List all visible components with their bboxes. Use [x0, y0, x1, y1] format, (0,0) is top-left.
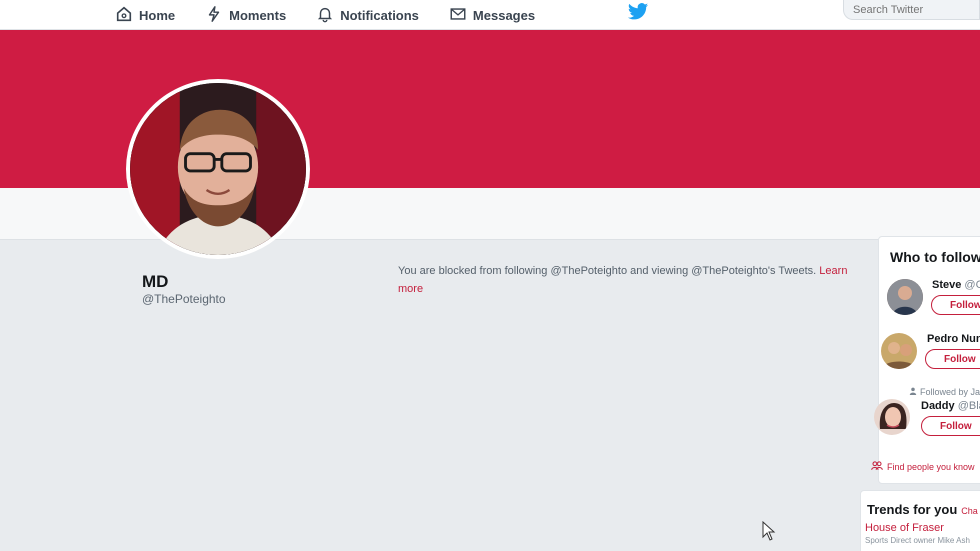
blocked-message: You are blocked from following @ThePotei…: [398, 262, 868, 298]
suggestion-name[interactable]: Daddy @Bla: [921, 400, 980, 412]
trends-change-link[interactable]: Cha: [961, 506, 978, 516]
suggestion-handle: @C: [964, 279, 980, 291]
nav-home[interactable]: Home: [115, 5, 175, 26]
suggestion-name-text: Daddy: [921, 400, 955, 412]
find-people-link[interactable]: Find people you know: [871, 461, 975, 472]
who-to-follow-panel: Who to follow Steve @C Follow Pedro Nun …: [871, 236, 980, 484]
nav-menu: Home Moments Notifications Messages: [115, 0, 535, 30]
search-input[interactable]: [843, 0, 980, 20]
suggestion-name[interactable]: Steve @C: [932, 279, 980, 291]
nav-messages-label: Messages: [472, 7, 536, 23]
followed-by-text: Followed by Ja: [920, 387, 980, 397]
nav-home-label: Home: [139, 7, 176, 23]
people-icon: [871, 461, 883, 472]
suggestion-handle: @Bla: [957, 400, 980, 412]
suggestion-avatar[interactable]: [887, 279, 923, 315]
trends-title-text: Trends for you: [867, 502, 958, 517]
nav-moments[interactable]: Moments: [205, 5, 286, 26]
nav-notifications[interactable]: Notifications: [316, 5, 419, 26]
moments-icon: [205, 5, 223, 26]
person-icon: [909, 387, 917, 397]
twitter-bird-icon[interactable]: [627, 2, 649, 22]
blocked-text: You are blocked from following @ThePotei…: [398, 265, 820, 277]
find-people-text: Find people you know: [887, 461, 975, 472]
trend-item[interactable]: House of Fraser: [865, 522, 944, 534]
top-nav-bar: Home Moments Notifications Messages: [0, 0, 980, 30]
follow-button[interactable]: Follow: [921, 416, 980, 436]
who-to-follow-title: Who to follow: [890, 249, 980, 265]
home-icon: [115, 5, 133, 26]
envelope-icon: [449, 5, 467, 26]
avatar-photo: [130, 83, 306, 255]
suggestion-avatar[interactable]: [881, 333, 917, 369]
nav-moments-label: Moments: [229, 7, 287, 23]
trends-panel: Trends for you Cha House of Fraser Sports…: [860, 490, 980, 551]
follow-button[interactable]: Follow: [925, 349, 980, 369]
trend-description: Sports Direct owner Mike Ash: [865, 536, 970, 545]
profile-avatar[interactable]: [126, 79, 310, 259]
trends-title: Trends for you Cha: [867, 502, 978, 517]
suggestion-avatar[interactable]: [874, 399, 910, 435]
nav-messages[interactable]: Messages: [449, 5, 535, 26]
followed-by-context: Followed by Ja: [909, 387, 980, 397]
nav-notifications-label: Notifications: [340, 7, 419, 23]
bell-icon: [316, 5, 334, 26]
suggestion-name[interactable]: Pedro Nun: [927, 333, 980, 345]
profile-name: MD: [142, 272, 169, 291]
suggestion-name-text: Steve: [932, 279, 962, 291]
profile-handle: @ThePoteighto: [142, 292, 226, 306]
mouse-cursor-icon: [762, 520, 776, 541]
follow-button[interactable]: Follow: [931, 295, 980, 315]
